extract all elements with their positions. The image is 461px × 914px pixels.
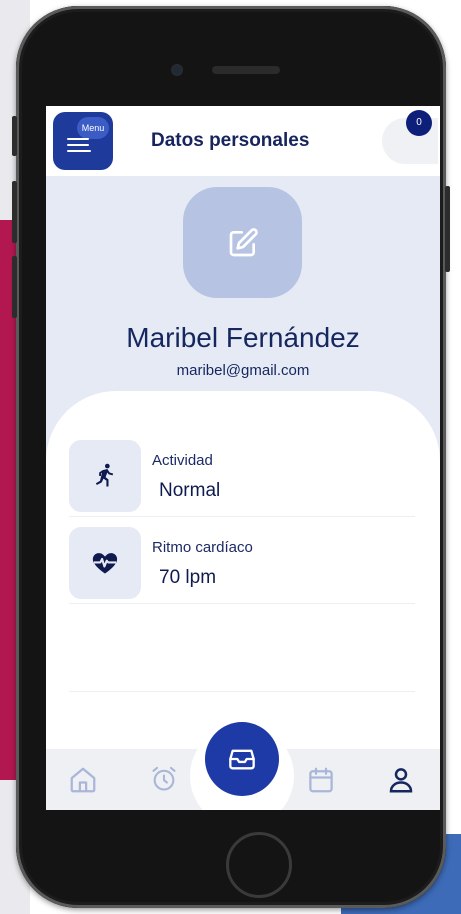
menu-button[interactable]: Menu bbox=[53, 112, 113, 170]
nav-alarm[interactable] bbox=[150, 765, 178, 798]
notification-badge: 0 bbox=[406, 110, 432, 136]
edit-icon bbox=[229, 228, 258, 257]
mute-switch bbox=[12, 116, 17, 156]
heart-pulse-icon bbox=[92, 553, 118, 574]
alarm-icon bbox=[152, 766, 176, 791]
earpiece-speaker bbox=[212, 66, 280, 74]
metric-icon-box bbox=[69, 527, 141, 599]
nav-calendar[interactable] bbox=[306, 765, 336, 800]
running-icon bbox=[95, 463, 114, 487]
home-button[interactable] bbox=[226, 832, 292, 898]
inbox-button[interactable] bbox=[205, 722, 279, 796]
nav-profile[interactable] bbox=[386, 765, 416, 800]
nav-home[interactable] bbox=[68, 765, 98, 800]
menu-label: Menu bbox=[77, 117, 109, 139]
avatar-edit-button[interactable] bbox=[183, 187, 302, 298]
metric-icon-box bbox=[69, 440, 141, 512]
front-camera bbox=[171, 64, 183, 76]
metric-row-activity[interactable]: Actividad Normal bbox=[69, 440, 415, 517]
app-header: Menu Datos personales 0 bbox=[46, 106, 440, 176]
user-name: Maribel Fernández bbox=[126, 322, 360, 353]
metric-label: Ritmo cardíaco bbox=[152, 539, 253, 556]
calendar-icon bbox=[309, 767, 333, 793]
home-icon bbox=[70, 767, 96, 793]
metric-value: 70 lpm bbox=[159, 567, 217, 588]
app-screen: Menu Datos personales 0 Maribel Fernánde… bbox=[46, 106, 440, 810]
volume-down-button bbox=[12, 256, 17, 318]
page-title: Datos personales bbox=[151, 130, 310, 151]
metric-label: Actividad bbox=[152, 452, 213, 469]
volume-up-button bbox=[12, 181, 17, 243]
hamburger-icon bbox=[67, 138, 91, 156]
metric-value: Normal bbox=[159, 480, 221, 501]
metric-row-heart-rate[interactable]: Ritmo cardíaco 70 lpm bbox=[69, 527, 415, 604]
power-button bbox=[445, 186, 450, 272]
divider bbox=[69, 691, 415, 692]
user-icon bbox=[389, 768, 413, 793]
inbox-icon bbox=[229, 749, 255, 770]
user-email: maribel@gmail.com bbox=[176, 362, 310, 379]
